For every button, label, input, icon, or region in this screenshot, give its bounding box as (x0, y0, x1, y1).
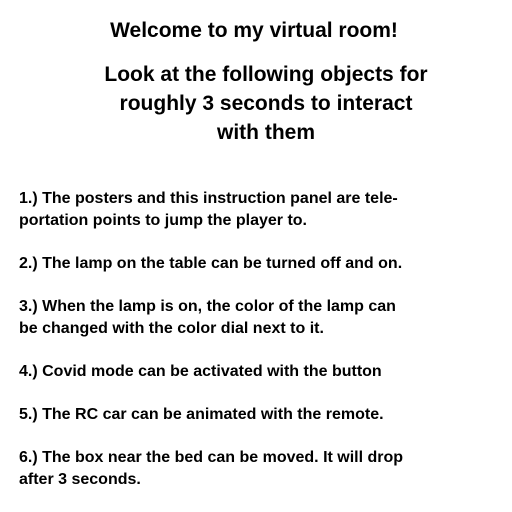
instruction-item-rc-car: 5.) The RC car can be animated with the … (19, 404, 493, 426)
instruction-line: 4.) Covid mode can be activated with the… (19, 363, 382, 380)
panel-title: Welcome to my virtual room! (110, 19, 398, 42)
instruction-line: 1.) The posters and this instruction pan… (19, 190, 398, 207)
instruction-line: 6.) The box near the bed can be moved. I… (19, 449, 404, 466)
instruction-line: 3.) When the lamp is on, the color of th… (19, 298, 396, 315)
subtitle-line: roughly 3 seconds to interact (119, 92, 413, 115)
instruction-panel[interactable]: Welcome to my virtual room! Look at the … (0, 0, 512, 512)
instruction-line: be changed with the color dial next to i… (19, 320, 324, 337)
instruction-line: 2.) The lamp on the table can be turned … (19, 255, 403, 272)
panel-subtitle: Look at the following objects for roughl… (56, 60, 476, 147)
instruction-line: portation points to jump the player to. (19, 212, 307, 229)
subtitle-line: Look at the following objects for (104, 63, 428, 86)
instruction-item-covid-mode: 4.) Covid mode can be activated with the… (19, 361, 493, 383)
instruction-item-lamp: 2.) The lamp on the table can be turned … (19, 253, 493, 275)
instruction-item-lamp-color: 3.) When the lamp is on, the color of th… (19, 296, 493, 340)
instruction-item-box: 6.) The box near the bed can be moved. I… (19, 447, 493, 491)
subtitle-line: with them (217, 121, 315, 144)
instruction-list: 1.) The posters and this instruction pan… (19, 188, 493, 512)
instruction-line: 5.) The RC car can be animated with the … (19, 406, 384, 423)
instruction-line: after 3 seconds. (19, 471, 141, 488)
instruction-item-posters: 1.) The posters and this instruction pan… (19, 188, 493, 232)
